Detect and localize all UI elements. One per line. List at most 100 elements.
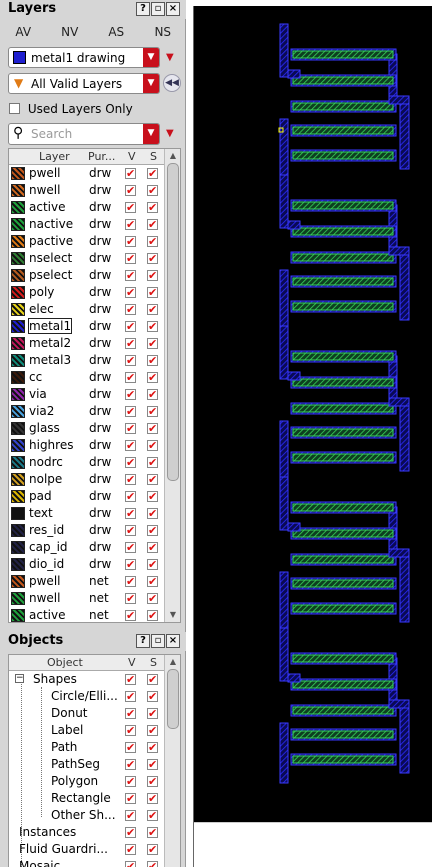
selectable-checkbox[interactable]: ✔ (147, 474, 158, 485)
visible-checkbox[interactable]: ✔ (125, 827, 136, 838)
scroll-up-icon[interactable]: ▲ (167, 151, 179, 161)
col-layer[interactable]: Layer (39, 150, 70, 163)
selectable-checkbox[interactable]: ✔ (147, 725, 158, 736)
visible-checkbox[interactable]: ✔ (125, 287, 136, 298)
visible-checkbox[interactable]: ✔ (125, 542, 136, 553)
active-shape[interactable] (292, 453, 394, 462)
layer-row-pad[interactable]: pad drw ✔ ✔ (9, 488, 180, 505)
visible-checkbox[interactable]: ✔ (125, 576, 136, 587)
chevron-down-icon[interactable]: ▼ (143, 124, 159, 144)
visible-checkbox[interactable]: ✔ (125, 168, 136, 179)
selectable-checkbox[interactable]: ✔ (147, 508, 158, 519)
chevron-down-icon[interactable]: ▼ (143, 48, 159, 67)
metal1-shape[interactable] (279, 23, 289, 78)
visible-checkbox[interactable]: ✔ (125, 508, 136, 519)
selectable-checkbox[interactable]: ✔ (147, 810, 158, 821)
visible-checkbox[interactable]: ✔ (125, 457, 136, 468)
active-shape[interactable] (292, 555, 394, 564)
active-shape[interactable] (292, 302, 394, 311)
selectable-checkbox[interactable]: ✔ (147, 491, 158, 502)
col-visible[interactable]: V (128, 150, 136, 163)
selectable-checkbox[interactable]: ✔ (147, 827, 158, 838)
metal1-shape[interactable] (399, 551, 410, 623)
object-row[interactable]: Polygon ✔ ✔ (9, 773, 180, 790)
layer-row-via2[interactable]: via2 drw ✔ ✔ (9, 403, 180, 420)
layer-row-nwell[interactable]: nwell net ✔ ✔ (9, 590, 180, 607)
layer-row-poly[interactable]: poly drw ✔ ✔ (9, 284, 180, 301)
selectable-checkbox[interactable]: ✔ (147, 389, 158, 400)
visible-checkbox[interactable]: ✔ (125, 810, 136, 821)
layer-row-nactive[interactable]: nactive drw ✔ ✔ (9, 216, 180, 233)
visible-checkbox[interactable]: ✔ (125, 321, 136, 332)
visible-checkbox[interactable]: ✔ (125, 253, 136, 264)
object-table-scrollbar[interactable]: ▲ (164, 655, 180, 867)
metal1-shape[interactable] (279, 420, 289, 482)
metal1-shape[interactable] (287, 673, 301, 683)
layer-row-dio_id[interactable]: dio_id drw ✔ ✔ (9, 556, 180, 573)
selectable-checkbox[interactable]: ✔ (147, 321, 158, 332)
metal1-shape[interactable] (388, 246, 410, 256)
object-row[interactable]: Mosaic ✔ ✔ (9, 858, 180, 867)
active-shape[interactable] (292, 126, 394, 135)
help-icon[interactable]: ? (136, 634, 150, 648)
layer-row-cap_id[interactable]: cap_id drw ✔ ✔ (9, 539, 180, 556)
object-row[interactable]: Path ✔ ✔ (9, 739, 180, 756)
layer-row-nwell[interactable]: nwell drw ✔ ✔ (9, 182, 180, 199)
visible-checkbox[interactable]: ✔ (125, 844, 136, 855)
active-shape[interactable] (292, 352, 394, 361)
object-row[interactable]: − Shapes ✔ ✔ (9, 671, 180, 688)
active-shape[interactable] (292, 378, 394, 387)
visible-checkbox[interactable]: ✔ (125, 474, 136, 485)
active-shape[interactable] (292, 76, 394, 85)
object-row[interactable]: Other Sh... ✔ ✔ (9, 807, 180, 824)
metal1-shape[interactable] (287, 522, 301, 532)
selectable-checkbox[interactable]: ✔ (147, 708, 158, 719)
selectable-checkbox[interactable]: ✔ (147, 270, 158, 281)
visible-checkbox[interactable]: ✔ (125, 525, 136, 536)
visible-checkbox[interactable]: ✔ (125, 708, 136, 719)
visible-checkbox[interactable]: ✔ (125, 610, 136, 621)
visible-checkbox[interactable]: ✔ (125, 725, 136, 736)
visible-checkbox[interactable]: ✔ (125, 593, 136, 604)
metal1-shape[interactable] (279, 476, 289, 531)
selectable-checkbox[interactable]: ✔ (147, 304, 158, 315)
tab-ns[interactable]: NS (140, 21, 187, 43)
active-shape[interactable] (292, 404, 394, 413)
active-shape[interactable] (292, 706, 394, 715)
visible-checkbox[interactable]: ✔ (125, 406, 136, 417)
selectable-checkbox[interactable]: ✔ (147, 576, 158, 587)
object-row[interactable]: Instances ✔ ✔ (9, 824, 180, 841)
active-shape[interactable] (292, 253, 394, 262)
active-shape[interactable] (292, 755, 394, 764)
selectable-checkbox[interactable]: ✔ (147, 253, 158, 264)
selectable-checkbox[interactable]: ✔ (147, 168, 158, 179)
layer-row-pactive[interactable]: pactive drw ✔ ✔ (9, 233, 180, 250)
layer-row-metal1[interactable]: metal1 drw ✔ ✔ (9, 318, 180, 335)
visible-checkbox[interactable]: ✔ (125, 793, 136, 804)
selectable-checkbox[interactable]: ✔ (147, 674, 158, 685)
selectable-checkbox[interactable]: ✔ (147, 406, 158, 417)
layer-row-active[interactable]: active drw ✔ ✔ (9, 199, 180, 216)
object-row[interactable]: PathSeg ✔ ✔ (9, 756, 180, 773)
metal1-shape[interactable] (388, 397, 410, 407)
layout-drawing[interactable] (194, 6, 432, 867)
metal1-shape[interactable] (399, 249, 410, 321)
scroll-up-icon[interactable]: ▲ (167, 657, 179, 667)
rewind-icon[interactable]: ◀◀ (163, 74, 181, 92)
selectable-checkbox[interactable]: ✔ (147, 542, 158, 553)
visible-checkbox[interactable]: ✔ (125, 491, 136, 502)
selectable-checkbox[interactable]: ✔ (147, 691, 158, 702)
metal1-shape[interactable] (399, 702, 410, 774)
layer-row-active[interactable]: active net ✔ ✔ (9, 607, 180, 622)
active-shape[interactable] (292, 579, 394, 588)
metal1-shape[interactable] (388, 699, 410, 709)
active-shape[interactable] (292, 680, 394, 689)
selectable-checkbox[interactable]: ✔ (147, 202, 158, 213)
metal1-shape[interactable] (287, 69, 301, 79)
active-shape[interactable] (292, 277, 394, 286)
collapse-icon[interactable]: − (15, 674, 24, 683)
selectable-checkbox[interactable]: ✔ (147, 742, 158, 753)
col-selectable[interactable]: S (150, 656, 157, 669)
selectable-checkbox[interactable]: ✔ (147, 861, 158, 867)
visible-checkbox[interactable]: ✔ (125, 338, 136, 349)
